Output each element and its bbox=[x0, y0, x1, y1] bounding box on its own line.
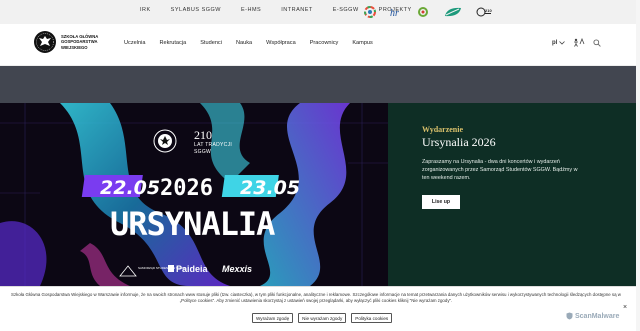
sponsor-paideia: Paideia bbox=[176, 264, 209, 274]
main-header: SZKOŁA GŁÓWNA GOSPODARSTWA WIEJSKIEGO Uc… bbox=[0, 24, 640, 66]
cookie-consent-bar: Szkoła Główna Gospodarstwa Wiejskiego w … bbox=[0, 286, 640, 331]
accessibility-icon[interactable] bbox=[573, 38, 585, 47]
paideia-mark-icon bbox=[168, 265, 174, 272]
scanmalware-watermark: ScanMalware bbox=[566, 312, 619, 320]
cookie-reject-button[interactable]: Nie wyrażam zgody bbox=[298, 313, 347, 323]
hero-slider: 210 LAT TRADYCJI SGGW 22.05 2026 23.05 U… bbox=[0, 103, 640, 286]
page-scrollbar[interactable] bbox=[636, 0, 640, 331]
utility-link-esggw[interactable]: E-SGGW bbox=[333, 7, 359, 13]
nav-item-uczelnia[interactable]: Uczelnia bbox=[124, 40, 145, 46]
anniversary-number: 210 bbox=[194, 128, 212, 142]
nav-item-studenci[interactable]: Studenci bbox=[200, 40, 222, 46]
partner-logos: hr 210 bbox=[364, 5, 492, 23]
utility-link-irk[interactable]: IRK bbox=[140, 7, 151, 13]
close-icon[interactable]: × bbox=[623, 304, 627, 311]
university-logo[interactable]: SZKOŁA GŁÓWNA GOSPODARSTWA WIEJSKIEGO bbox=[33, 30, 101, 54]
header-tools: pl bbox=[552, 38, 602, 47]
top-utility-bar: IRK SYLABUS SGGW E-HMS INTRANET E-SGGW P… bbox=[0, 0, 640, 24]
university-name: SZKOŁA GŁÓWNA GOSPODARSTWA WIEJSKIEGO bbox=[61, 34, 101, 50]
utility-link-intranet[interactable]: INTRANET bbox=[281, 7, 313, 13]
anniversary-text1: LAT TRADYCJI bbox=[194, 142, 232, 148]
hero-kicker: Wydarzenie bbox=[422, 125, 464, 134]
shield-icon bbox=[566, 312, 573, 320]
hr-logo[interactable]: hr bbox=[389, 5, 403, 23]
ursynalia-poster[interactable]: 210 LAT TRADYCJI SGGW 22.05 2026 23.05 U… bbox=[0, 103, 388, 286]
event-name: URSYNALIA bbox=[110, 205, 275, 243]
nav-item-nauka[interactable]: Nauka bbox=[236, 40, 252, 46]
svg-text:hr: hr bbox=[390, 8, 399, 18]
chevron-down-icon bbox=[559, 40, 566, 45]
hero-title: Ursynalia 2026 bbox=[422, 135, 496, 149]
nav-item-wspolpraca[interactable]: Współpraca bbox=[266, 40, 296, 46]
language-label: pl bbox=[552, 39, 558, 46]
language-switcher[interactable]: pl bbox=[552, 39, 566, 46]
nav-item-rekrutacja[interactable]: Rekrutacja bbox=[159, 40, 186, 46]
university-name-line2: GOSPODARSTWA bbox=[61, 39, 98, 45]
ursynalia-poster-artwork: 210 LAT TRADYCJI SGGW 22.05 2026 23.05 U… bbox=[0, 103, 388, 286]
watermark-text: ScanMalware bbox=[575, 312, 620, 320]
cookie-accept-button[interactable]: Wyrażam zgodę bbox=[252, 313, 294, 323]
eagle-crest-icon bbox=[34, 31, 56, 53]
event-year: 2026 bbox=[160, 176, 213, 201]
university-name-line3: WIEJSKIEGO bbox=[61, 44, 88, 50]
nav-item-pracownicy[interactable]: Pracownicy bbox=[310, 40, 339, 46]
date-end: 23.05 bbox=[240, 177, 300, 199]
hero-cta-button[interactable]: Lise up bbox=[422, 195, 460, 209]
green-leaf-logo[interactable] bbox=[443, 5, 463, 23]
nav-item-kampus[interactable]: Kampus bbox=[352, 40, 373, 46]
hero-caption-panel: Wydarzenie Ursynalia 2026 Zapraszamy na … bbox=[388, 103, 640, 286]
hero-description: Zapraszamy na Ursynalia - dwa dni koncer… bbox=[422, 159, 578, 181]
anniversary-logo[interactable]: 210 bbox=[476, 5, 492, 23]
svg-text:210: 210 bbox=[485, 8, 492, 13]
sponsor-mexxis: Mexxis bbox=[222, 264, 252, 274]
search-icon[interactable] bbox=[593, 38, 602, 47]
hero-top-band bbox=[0, 66, 640, 103]
utility-link-sylabus[interactable]: SYLABUS SGGW bbox=[171, 7, 221, 13]
main-navigation: Uczelnia Rekrutacja Studenci Nauka Współ… bbox=[124, 40, 387, 46]
cookie-notice-text: Szkoła Główna Gospodarstwa Wiejskiego w … bbox=[11, 292, 621, 304]
erasmus-logo[interactable] bbox=[416, 5, 430, 23]
anniversary-text2: SGGW bbox=[194, 149, 211, 155]
utility-link-ehms[interactable]: E-HMS bbox=[241, 7, 261, 13]
cookie-buttons: Wyrażam zgodę Nie wyrażam zgody Polityka… bbox=[252, 313, 393, 323]
cookie-policy-button[interactable]: Polityka cookies bbox=[351, 313, 393, 323]
colorwheel-logo[interactable] bbox=[364, 5, 376, 23]
date-start: 22.05 bbox=[100, 177, 160, 199]
